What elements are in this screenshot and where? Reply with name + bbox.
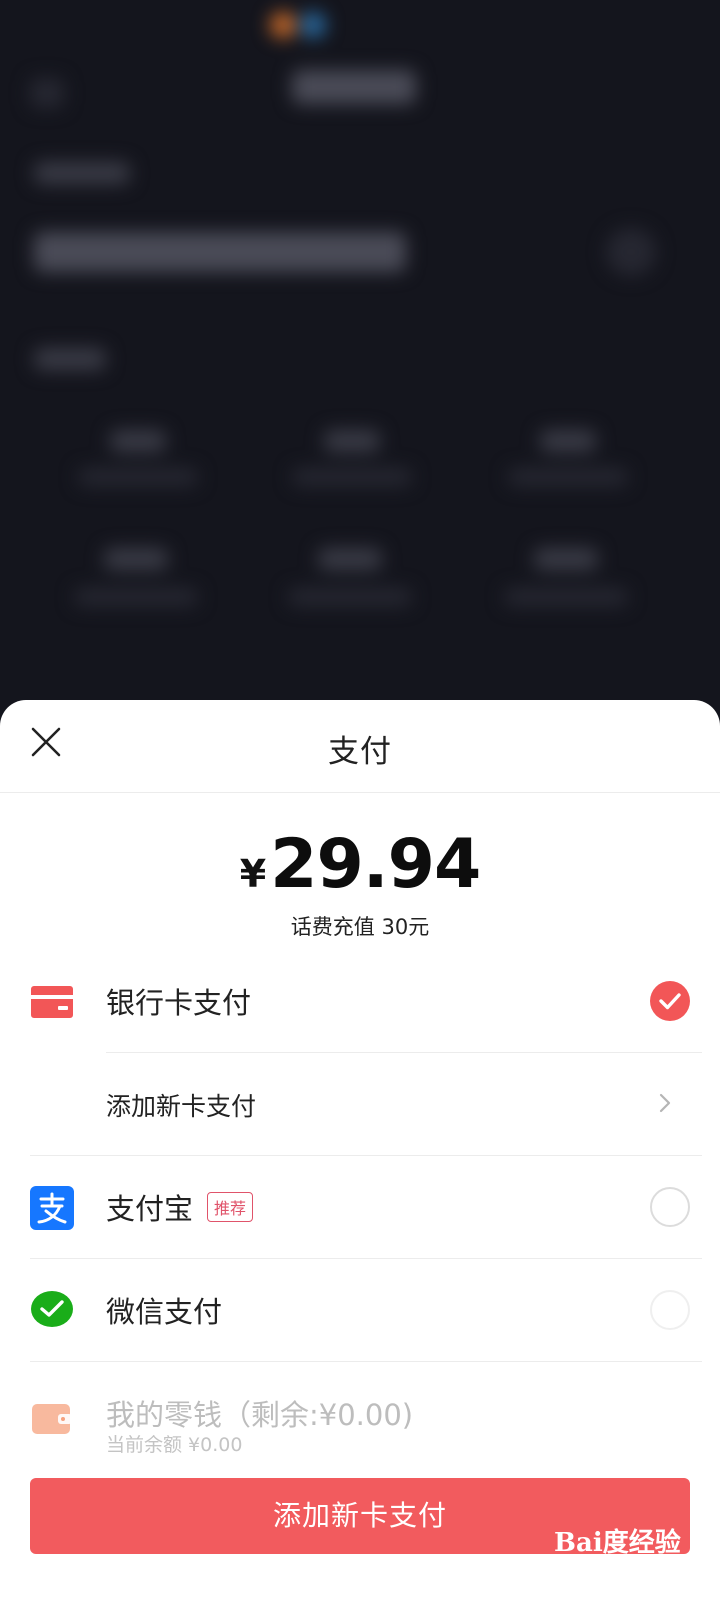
add-new-card-label: 添加新卡支付 <box>106 1092 257 1121</box>
payment-amount: 29.94 <box>270 825 481 904</box>
selected-radio[interactable] <box>650 981 690 1021</box>
payment-method-balance: 我的零钱（剩余:¥0.00) 当前余额 ¥0.00 <box>0 1362 720 1465</box>
amount-display: ¥29.94 <box>0 831 720 899</box>
sheet-header: 支付 <box>0 700 720 793</box>
recommended-badge: 推荐 <box>207 1192 254 1222</box>
watermark-url: jingyan.baidu.com <box>554 1564 684 1580</box>
payment-method-label: 银行卡支付 <box>106 986 252 1020</box>
status-indicator <box>270 12 296 38</box>
add-new-card-row[interactable]: 添加新卡支付 <box>0 1053 720 1156</box>
currency-symbol: ¥ <box>239 852 267 896</box>
wallet-icon <box>32 1404 72 1434</box>
bank-card-icon <box>31 986 73 1018</box>
watermark-brand: Bai度经验 <box>554 1528 681 1558</box>
background-page <box>0 0 720 720</box>
payment-method-alipay[interactable]: 支付宝 推荐 <box>0 1156 720 1259</box>
status-indicator <box>300 12 326 38</box>
payment-method-bank-card[interactable]: 银行卡支付 <box>0 950 720 1053</box>
balance-text: 当前余额 ¥0.00 <box>106 1434 243 1456</box>
unselected-radio[interactable] <box>650 1187 690 1227</box>
unselected-radio[interactable] <box>650 1290 690 1330</box>
payment-method-label: 支付宝 推荐 <box>106 1186 254 1228</box>
payment-method-wechat[interactable]: 微信支付 <box>0 1259 720 1362</box>
chevron-right-icon <box>659 1093 671 1113</box>
check-icon <box>659 993 681 1010</box>
baidu-jingyan-watermark: Bai度经验 jingyan.baidu.com <box>550 1520 720 1590</box>
payment-method-label: 我的零钱（剩余:¥0.00) <box>106 1398 414 1432</box>
payment-method-list: 银行卡支付 添加新卡支付 支付宝 推荐 微信支付 我的零钱（剩余:¥0.00) … <box>0 950 720 1465</box>
payment-sheet: 支付 ¥29.94 话费充值 30元 银行卡支付 添加新卡支付 支付宝 推荐 微… <box>0 700 720 1600</box>
order-description: 话费充值 30元 <box>290 915 430 939</box>
alipay-icon <box>30 1186 74 1230</box>
wechat-pay-icon <box>31 1291 73 1327</box>
payment-method-label: 微信支付 <box>106 1295 223 1329</box>
sheet-title: 支付 <box>328 734 392 770</box>
